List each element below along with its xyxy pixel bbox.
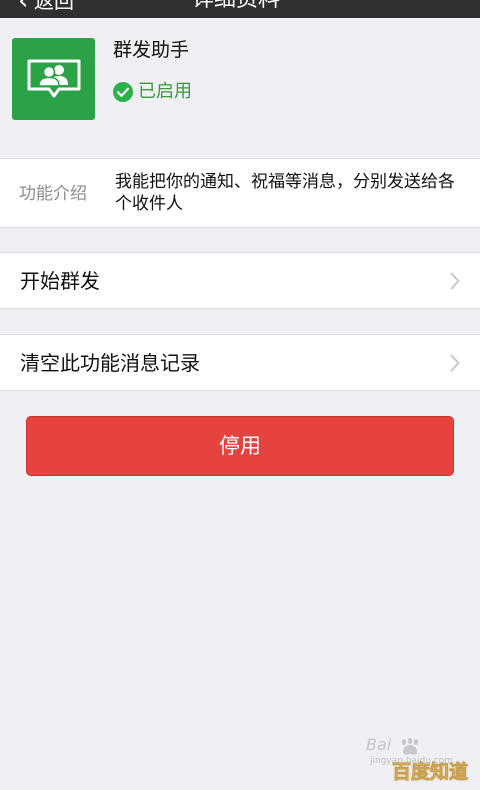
clear-history-label: 清空此功能消息记录 bbox=[20, 351, 200, 375]
status-label: 已启用 bbox=[138, 81, 192, 102]
paw-icon bbox=[401, 738, 419, 755]
feature-intro-text: 我能把你的通知、祝福等消息，分别发送给各个收件人 bbox=[115, 172, 455, 214]
watermark-logo: 百度知道 bbox=[392, 761, 469, 784]
chevron-right-icon bbox=[450, 354, 460, 372]
start-broadcast-row[interactable]: 开始群发 bbox=[0, 252, 480, 309]
start-broadcast-label: 开始群发 bbox=[20, 269, 100, 293]
back-button[interactable]: 返回 bbox=[34, 0, 74, 14]
app-name: 群发助手 bbox=[113, 39, 190, 61]
watermark: Bai jingyan.baidu.com 百度知道 bbox=[366, 736, 474, 784]
watermark-brand: Bai bbox=[366, 735, 392, 754]
clear-history-row[interactable]: 清空此功能消息记录 bbox=[0, 334, 480, 391]
chevron-right-icon bbox=[450, 272, 460, 290]
status-badge: 已启用 bbox=[113, 80, 192, 104]
navigation-bar: ‹ 返回 详细资料 bbox=[0, 0, 480, 18]
profile-header: 群发助手 已启用 bbox=[0, 18, 480, 136]
feature-intro-label: 功能介绍 bbox=[19, 184, 87, 204]
check-circle-icon bbox=[113, 82, 133, 102]
page-title: 详细资料 bbox=[192, 0, 280, 13]
group-chat-icon bbox=[12, 38, 95, 120]
group-chat-glyph bbox=[27, 59, 81, 98]
feature-intro-card: 功能介绍 我能把你的通知、祝福等消息，分别发送给各个收件人 bbox=[0, 158, 480, 228]
disable-button[interactable]: 停用 bbox=[26, 416, 454, 476]
back-chevron-icon[interactable]: ‹ bbox=[18, 0, 28, 14]
